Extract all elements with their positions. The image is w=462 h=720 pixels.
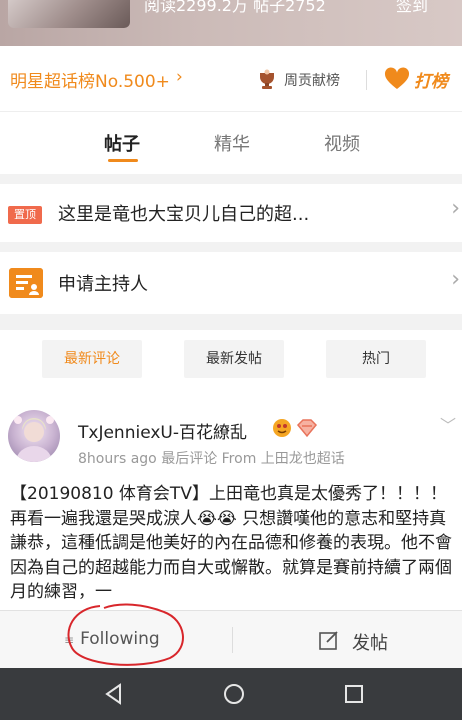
back-triangle-icon[interactable]	[102, 682, 126, 706]
active-tab-indicator	[108, 159, 138, 162]
rank-bar: 明星超话榜No.500+ › 周贡献榜 打榜	[0, 46, 462, 112]
system-nav-bar	[0, 668, 462, 720]
pinned-badge: 置顶	[8, 206, 42, 224]
tab-videos[interactable]: 视频	[324, 130, 360, 156]
post-body: 【20190810 体育会TV】上田竜也真是太優秀了！！！！再看一遍我還是哭成淚…	[10, 484, 452, 602]
section-gap	[0, 314, 462, 330]
chevron-right-icon: ›	[451, 267, 460, 292]
pinned-post-title: 这里是竜也大宝贝儿自己的超...	[58, 204, 310, 225]
annotation-circle	[67, 603, 184, 666]
section-gap	[0, 174, 462, 184]
sort-latest-comment[interactable]: 最新评论	[42, 340, 142, 378]
sort-hot[interactable]: 热门	[326, 340, 426, 378]
pinned-post-row[interactable]: 置顶 这里是竜也大宝贝儿自己的超... ›	[0, 184, 462, 242]
edit-square-icon[interactable]	[318, 629, 340, 651]
sort-latest-post[interactable]: 最新发帖	[184, 340, 284, 378]
compose-post-button[interactable]: 发帖	[352, 629, 388, 655]
post-username[interactable]: TxJenniexU-百花繚乱	[78, 418, 247, 443]
sort-bar: 最新评论 最新发帖 热门	[0, 330, 462, 392]
recent-square-icon[interactable]	[342, 682, 366, 706]
post-card[interactable]: TxJenniexU-百花繚乱 8hours ago 最后评论 From 上田龙…	[0, 392, 462, 610]
home-circle-icon[interactable]	[222, 682, 246, 706]
avatar[interactable]	[8, 410, 60, 462]
divider	[232, 627, 233, 653]
dabang-button[interactable]: 打榜	[414, 67, 448, 92]
divider	[366, 70, 367, 90]
diamond-badge-icon	[296, 419, 318, 438]
heart-icon[interactable]	[384, 67, 410, 91]
topic-cover-image	[8, 0, 130, 28]
emoji-face-icon	[273, 419, 291, 437]
section-gap	[0, 242, 462, 252]
post-meta: 8hours ago 最后评论 From 上田龙也超话	[78, 451, 345, 467]
content-tabs: 帖子 精华 视频	[0, 112, 462, 174]
chevron-down-icon[interactable]: ﹀	[440, 412, 456, 436]
chevron-right-icon: ›	[451, 196, 460, 221]
document-person-icon	[9, 268, 43, 298]
tab-posts[interactable]: 帖子	[104, 130, 140, 156]
star-rank-link[interactable]: 明星超话榜No.500+	[10, 67, 170, 92]
apply-host-label: 申请主持人	[58, 274, 148, 295]
avatar-portrait-icon	[14, 416, 54, 462]
apply-host-row[interactable]: 申请主持人 ›	[0, 252, 462, 314]
signin-button[interactable]: 签到	[396, 0, 428, 16]
trophy-cup-icon	[260, 69, 274, 89]
topic-banner: 阅读2299.2万 帖子2752 签到	[0, 0, 462, 46]
chevron-right-icon: ›	[176, 67, 183, 87]
topic-stats: 阅读2299.2万 帖子2752	[144, 0, 326, 15]
weekly-contribution-link[interactable]: 周贡献榜	[284, 70, 340, 90]
tab-featured[interactable]: 精华	[214, 130, 250, 156]
